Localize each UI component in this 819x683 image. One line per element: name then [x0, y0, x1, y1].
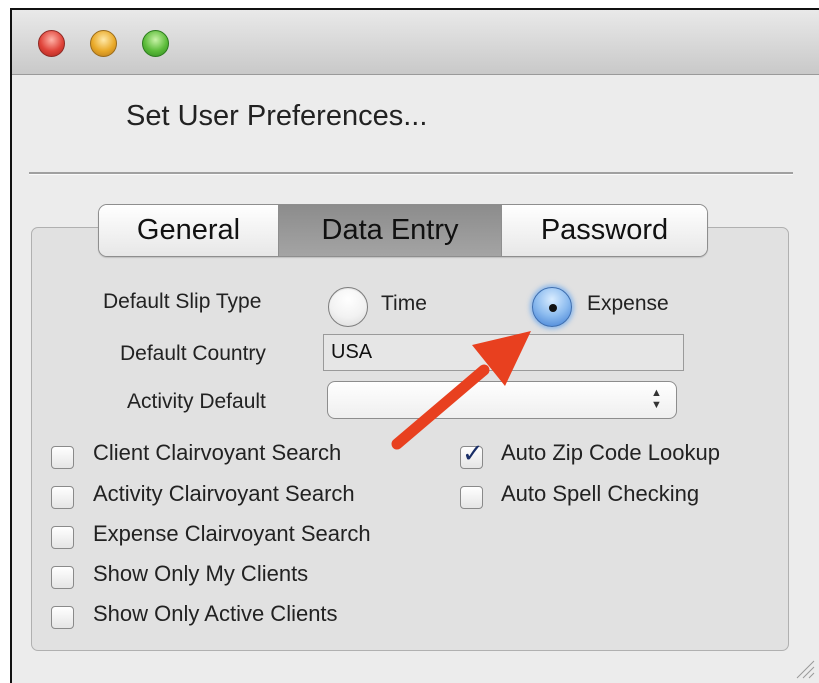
- updown-arrows-icon: ▲ ▼: [651, 387, 662, 411]
- checkbox-label: Expense Clairvoyant Search: [93, 521, 371, 546]
- checkbox-activity-clairvoyant[interactable]: [51, 486, 74, 509]
- checkbox-client-clairvoyant[interactable]: [51, 446, 74, 469]
- close-button[interactable]: [38, 30, 65, 57]
- country-field[interactable]: USA: [323, 334, 684, 371]
- tab-general[interactable]: General: [99, 205, 278, 256]
- checkbox-label: Client Clairvoyant Search: [93, 440, 342, 465]
- checkbox-label: Auto Spell Checking: [501, 481, 700, 506]
- checkbox-label: Activity Clairvoyant Search: [93, 481, 355, 506]
- checkbox-label: Auto Zip Code Lookup: [501, 440, 720, 465]
- minimize-button[interactable]: [90, 30, 117, 57]
- zoom-button[interactable]: [142, 30, 169, 57]
- checkbox-expense-clairvoyant[interactable]: [51, 526, 74, 549]
- tab-data-entry[interactable]: Data Entry: [278, 205, 501, 256]
- activity-label: Activity Default: [127, 390, 266, 413]
- tab-bar: General Data Entry Password: [98, 204, 708, 257]
- tab-password[interactable]: Password: [501, 205, 707, 256]
- checkbox-label: Show Only Active Clients: [93, 601, 338, 626]
- radio-time-label: Time: [381, 292, 427, 315]
- separator: [29, 172, 793, 175]
- resize-grip-icon[interactable]: [793, 657, 815, 679]
- radio-expense[interactable]: [532, 287, 572, 327]
- checkbox-only-active-clients[interactable]: [51, 606, 74, 629]
- checkbox-only-my-clients[interactable]: [51, 566, 74, 589]
- checkmark-icon: ✓: [462, 439, 484, 469]
- checkbox-auto-zip[interactable]: ✓: [460, 439, 484, 469]
- radio-dot: [549, 304, 557, 312]
- checkbox-label: Show Only My Clients: [93, 561, 309, 586]
- radio-time[interactable]: [328, 287, 368, 327]
- checkbox-auto-spell[interactable]: [460, 486, 483, 509]
- page-title: Set User Preferences...: [126, 100, 428, 132]
- activity-popup[interactable]: ▲ ▼: [327, 381, 677, 419]
- slip-type-label: Default Slip Type: [103, 290, 262, 313]
- title-bar[interactable]: [12, 10, 819, 75]
- radio-expense-label: Expense: [587, 292, 669, 315]
- country-label: Default Country: [120, 342, 266, 365]
